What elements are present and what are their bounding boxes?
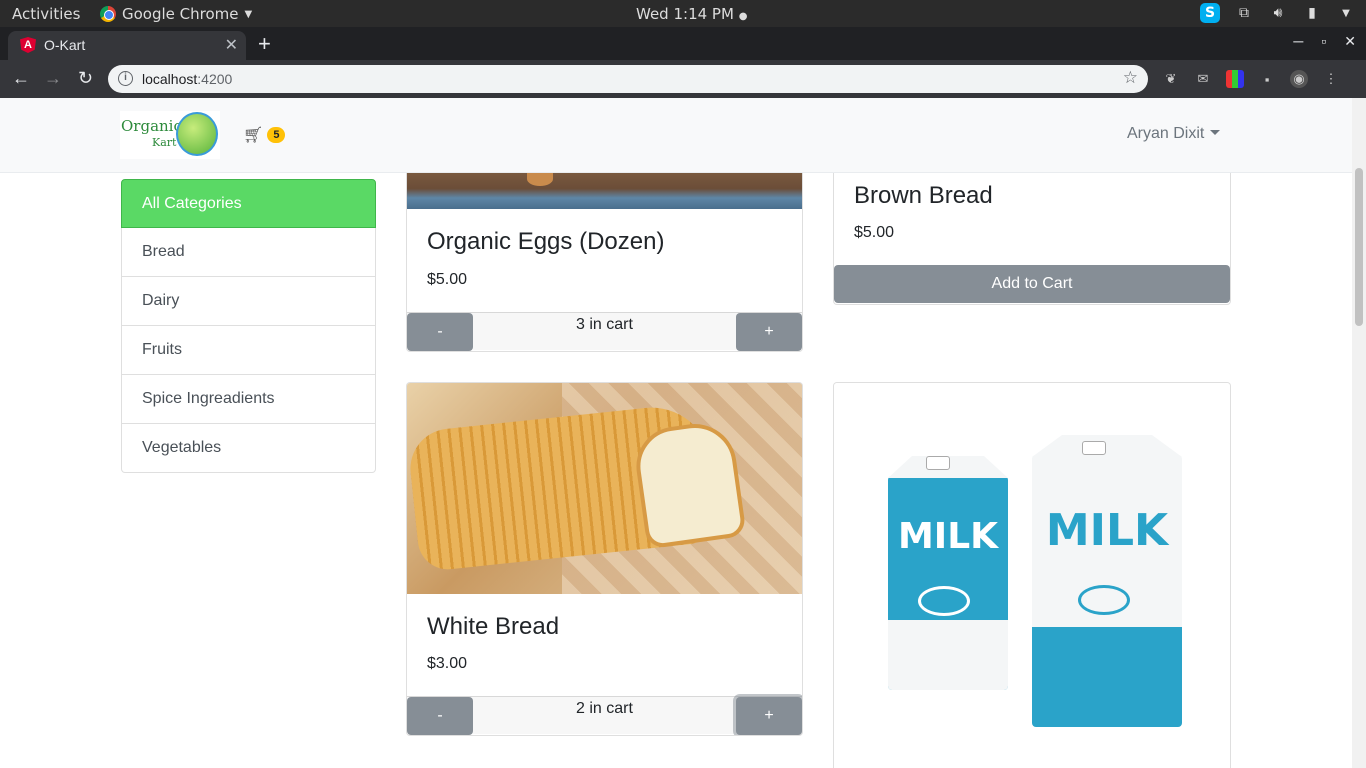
skype-icon[interactable]: S xyxy=(1200,3,1220,23)
volume-icon[interactable]: 🔊︎ xyxy=(1268,3,1288,23)
cart-count-badge: 5 xyxy=(267,127,286,143)
milk-carton-large: MILK xyxy=(1032,435,1182,727)
system-menu-chevron-icon[interactable]: ▼ xyxy=(1336,3,1356,23)
tab-strip: A O-Kart ✕ + ─ ▫ ✕ xyxy=(0,27,1366,60)
clock[interactable]: Wed 1:14 PM ● xyxy=(636,5,747,23)
info-icon[interactable]: i xyxy=(118,71,133,86)
shopping-cart-link[interactable]: 🛒︎ 5 xyxy=(243,125,286,145)
minimize-icon[interactable]: ─ xyxy=(1293,33,1303,50)
battery-icon[interactable]: ▮ xyxy=(1302,3,1322,23)
category-vegetables[interactable]: Vegetables xyxy=(121,424,376,473)
category-dairy[interactable]: Dairy xyxy=(121,277,376,326)
angular-favicon-icon: A xyxy=(20,37,36,53)
page-scrollbar[interactable] xyxy=(1352,98,1366,768)
system-tray: S ⧉ 🔊︎ ▮ ▼ xyxy=(1200,3,1356,23)
chevron-down-icon xyxy=(1210,130,1221,135)
quantity-text: 2 in cart xyxy=(576,700,633,717)
product-title: Organic Eggs (Dozen) xyxy=(427,228,665,255)
category-fruits[interactable]: Fruits xyxy=(121,326,376,375)
category-all[interactable]: All Categories xyxy=(121,179,376,228)
extension-color-icon[interactable] xyxy=(1226,70,1244,88)
extension-mail-icon[interactable]: ✉ xyxy=(1194,70,1212,88)
quantity-text: 3 in cart xyxy=(576,316,633,333)
logo-word-organic: Organic xyxy=(121,117,182,135)
add-to-cart-button[interactable]: Add to Cart xyxy=(834,265,1230,303)
address-bar[interactable]: i localhost:4200 ☆ xyxy=(108,65,1148,93)
category-list: All Categories Bread Dairy Fruits Spice … xyxy=(121,179,376,473)
category-bread[interactable]: Bread xyxy=(121,228,376,277)
product-card-organic-eggs: Organic Eggs (Dozen) $5.00 - 3 in cart + xyxy=(406,172,803,352)
decrease-quantity-button[interactable]: - xyxy=(407,313,473,351)
decrease-quantity-button[interactable]: - xyxy=(407,697,473,735)
site-logo[interactable]: Organic Kart xyxy=(120,111,220,159)
clock-text: Wed 1:14 PM xyxy=(636,5,734,23)
browser-toolbar: ← → ↻ i localhost:4200 ☆ ❦ ✉ ▪ ◉ ⋮ xyxy=(0,60,1366,98)
chevron-down-icon: ▼ xyxy=(244,8,253,20)
profile-avatar-icon[interactable]: ◉ xyxy=(1290,70,1308,88)
system-top-bar: Activities Google Chrome ▼ Wed 1:14 PM ●… xyxy=(0,0,1366,27)
reload-icon[interactable]: ↻ xyxy=(78,68,93,89)
tab-okart[interactable]: A O-Kart ✕ xyxy=(8,31,246,60)
app-menu[interactable]: Google Chrome ▼ xyxy=(100,5,252,23)
quantity-control: - 2 in cart + xyxy=(407,696,802,735)
extension-lock-icon[interactable]: ▪ xyxy=(1258,70,1276,88)
product-title: Brown Bread xyxy=(854,182,993,209)
product-image-milk: MILK MILK xyxy=(834,383,1230,768)
network-icon[interactable]: ⧉ xyxy=(1234,3,1254,23)
milk-carton-label: MILK xyxy=(1045,505,1169,556)
new-tab-button[interactable]: + xyxy=(258,31,271,57)
forward-icon[interactable]: → xyxy=(44,68,62,89)
site-navbar: Organic Kart 🛒︎ 5 Aryan Dixit xyxy=(0,98,1352,172)
cow-icon xyxy=(1078,585,1130,615)
back-icon[interactable]: ← xyxy=(12,68,30,89)
maximize-icon[interactable]: ▫ xyxy=(1321,33,1326,50)
cow-icon xyxy=(918,586,970,616)
extension-gnome-icon[interactable]: ❦ xyxy=(1162,70,1180,88)
logo-word-kart: Kart xyxy=(152,136,177,149)
increase-quantity-button[interactable]: + xyxy=(736,697,802,735)
product-image-eggs xyxy=(407,172,802,209)
leaf-logo-icon xyxy=(176,112,218,156)
product-image-white-bread xyxy=(407,383,802,594)
category-spice-ingredients[interactable]: Spice Ingreadients xyxy=(121,375,376,424)
tab-title: O-Kart xyxy=(44,37,86,53)
product-card-white-bread: White Bread $3.00 - 2 in cart + xyxy=(406,382,803,736)
product-price: $3.00 xyxy=(427,655,468,672)
window-controls: ─ ▫ ✕ xyxy=(1293,33,1356,50)
shopping-cart-icon: 🛒︎ xyxy=(243,127,264,144)
bookmark-star-icon[interactable]: ☆ xyxy=(1123,68,1138,88)
url-text: localhost:4200 xyxy=(142,71,233,87)
extensions: ❦ ✉ ▪ ◉ ⋮ xyxy=(1162,70,1340,88)
close-window-icon[interactable]: ✕ xyxy=(1344,33,1356,50)
product-price: $5.00 xyxy=(854,224,895,241)
app-menu-label: Google Chrome xyxy=(122,5,239,23)
chrome-icon xyxy=(100,6,116,22)
browser-menu-icon[interactable]: ⋮ xyxy=(1322,70,1340,88)
product-title: White Bread xyxy=(427,613,560,640)
product-card-milk: MILK MILK xyxy=(833,382,1231,768)
product-card-brown-bread: Brown Bread $5.00 Add to Cart xyxy=(833,172,1231,305)
quantity-control: - 3 in cart + xyxy=(407,312,802,351)
scrollbar-thumb[interactable] xyxy=(1355,168,1363,326)
activities-button[interactable]: Activities xyxy=(12,5,80,23)
milk-carton-small: MILK xyxy=(888,456,1008,690)
product-price: $5.00 xyxy=(427,271,468,288)
user-dropdown[interactable]: Aryan Dixit xyxy=(1127,125,1221,143)
page-viewport: Organic Kart 🛒︎ 5 Aryan Dixit All Catego… xyxy=(0,98,1352,768)
close-tab-icon[interactable]: ✕ xyxy=(225,35,238,55)
milk-carton-label: MILK xyxy=(897,516,999,557)
user-name: Aryan Dixit xyxy=(1127,125,1205,142)
increase-quantity-button[interactable]: + xyxy=(736,313,802,351)
